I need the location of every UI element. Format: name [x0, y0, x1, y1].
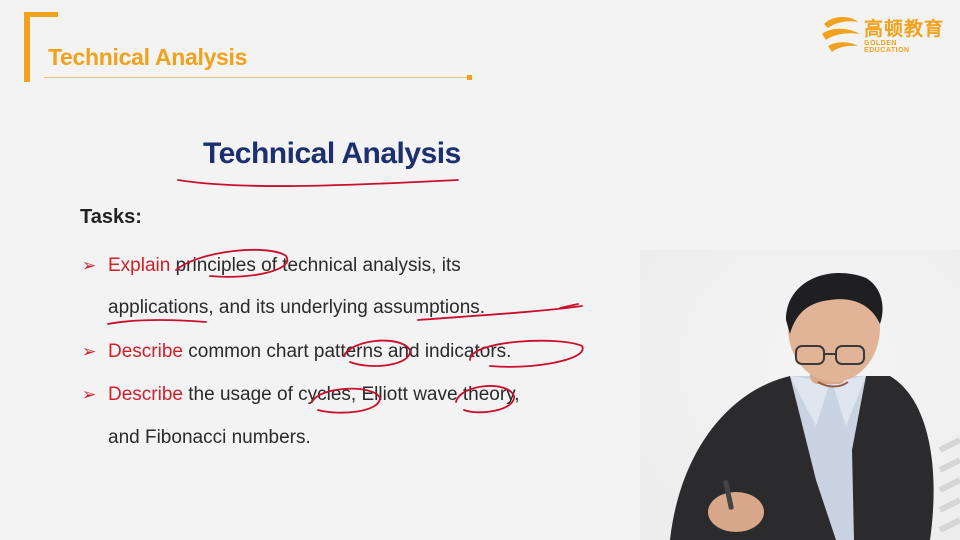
- task-1-verb: Explain: [108, 255, 171, 276]
- task-3-line-1: Describe the usage of cycles, Elliott wa…: [108, 384, 520, 406]
- task-2-verb: Describe: [108, 341, 183, 362]
- logo-swirl-icon: [822, 17, 860, 52]
- header-rule: [44, 77, 468, 78]
- task-1-line-2: applications, and its underlying assumpt…: [108, 297, 486, 318]
- header-title: Technical Analysis: [48, 44, 248, 70]
- task-2-line-1: Describe common chart patterns and indic…: [108, 341, 511, 363]
- logo-english-name: GOLDEN EDUCATION: [864, 40, 910, 54]
- task-1-line-1: Explain principles of technical analysis…: [108, 255, 461, 277]
- slide: Technical Analysis 高顿教育 GOLDEN EDUCATION…: [0, 0, 960, 540]
- task-3-verb: Describe: [108, 384, 183, 405]
- header-bracket-top: [24, 12, 58, 17]
- presenter-video: [640, 250, 960, 540]
- brand-logo: 高顿教育 GOLDEN EDUCATION: [818, 12, 944, 54]
- bullet-arrow-icon: ➢: [82, 256, 97, 275]
- bullet-arrow-icon: ➢: [82, 342, 97, 361]
- logo-chinese-name: 高顿教育: [864, 18, 945, 40]
- task-1-text: principles of technical analysis, its: [170, 255, 461, 276]
- task-3-text: the usage of cycles, Elliott wave theory…: [182, 384, 520, 405]
- applications-underline-mark: [107, 319, 207, 325]
- tasks-label: Tasks:: [80, 206, 142, 228]
- slide-title: Technical Analysis: [203, 137, 461, 170]
- bullet-arrow-icon: ➢: [82, 385, 97, 404]
- title-underline-mark: [177, 179, 459, 187]
- task-3-line-2: and Fibonacci numbers.: [108, 427, 311, 448]
- header-bracket: [24, 12, 30, 82]
- task-2-text: common chart patterns and indicators.: [182, 341, 512, 362]
- assumptions-tick-mark: [559, 303, 579, 309]
- header-rule-dot: [467, 75, 472, 80]
